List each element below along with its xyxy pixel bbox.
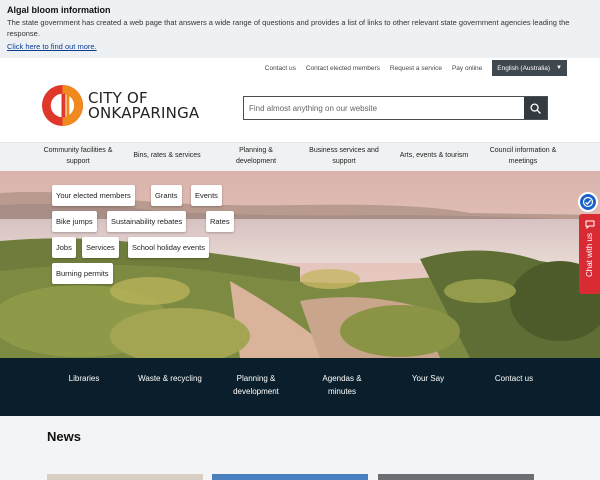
chat-with-us-tab[interactable]: Chat with us bbox=[579, 214, 600, 294]
nav-business-services[interactable]: Business services and support bbox=[302, 145, 386, 167]
quick-link-planning-development[interactable]: Planning & development bbox=[222, 372, 290, 398]
site-search bbox=[243, 96, 548, 120]
quick-tag-burning-permits[interactable]: Burning permits bbox=[52, 263, 113, 284]
caret-down-icon: ▼ bbox=[556, 65, 562, 71]
nav-community-facilities[interactable]: Community facilities & support bbox=[34, 145, 122, 167]
nav-bins-rates-services[interactable]: Bins, rates & services bbox=[126, 150, 208, 161]
logo-line-2: ONKAPARINGA bbox=[88, 103, 200, 122]
quick-tag-events[interactable]: Events bbox=[191, 185, 222, 206]
utility-link-pay-online[interactable]: Pay online bbox=[452, 65, 482, 72]
onkaparinga-logo-icon bbox=[41, 84, 84, 127]
search-button[interactable] bbox=[524, 97, 547, 119]
main-navigation: Community facilities & support Bins, rat… bbox=[0, 142, 600, 171]
nav-council-information[interactable]: Council information & meetings bbox=[482, 145, 564, 167]
accessibility-button[interactable] bbox=[578, 192, 598, 212]
quick-tag-services[interactable]: Services bbox=[82, 237, 119, 258]
site-logo[interactable]: CITY OF ONKAPARINGA bbox=[41, 84, 199, 127]
language-label: English (Australia) bbox=[497, 64, 551, 72]
alert-more-link[interactable]: Click here to find out more. bbox=[7, 41, 593, 52]
hero-banner: Your elected members Grants Events Bike … bbox=[0, 171, 600, 358]
quick-tag-rates[interactable]: Rates bbox=[206, 211, 234, 232]
news-card-3-image[interactable] bbox=[378, 474, 534, 480]
quick-link-waste-recycling[interactable]: Waste & recycling bbox=[136, 372, 204, 385]
quick-link-agendas-minutes[interactable]: Agendas & minutes bbox=[308, 372, 376, 398]
utility-link-contact-elected-members[interactable]: Contact elected members bbox=[306, 65, 380, 72]
quick-tag-jobs[interactable]: Jobs bbox=[52, 237, 76, 258]
chat-bubble-icon bbox=[585, 220, 594, 229]
chat-label: Chat with us bbox=[585, 233, 594, 278]
alert-title: Algal bloom information bbox=[7, 5, 111, 15]
quick-links-bar: Libraries Waste & recycling Planning & d… bbox=[0, 358, 600, 416]
quick-link-libraries[interactable]: Libraries bbox=[48, 372, 120, 385]
news-section: News bbox=[0, 416, 600, 480]
quick-tag-your-elected-members[interactable]: Your elected members bbox=[52, 185, 135, 206]
quick-link-contact-us[interactable]: Contact us bbox=[480, 372, 548, 385]
alert-banner: Algal bloom information The state govern… bbox=[0, 0, 600, 58]
quick-tag-sustainability-rebates[interactable]: Sustainability rebates bbox=[107, 211, 187, 232]
accessibility-icon bbox=[582, 196, 594, 208]
quick-tag-bike-jumps[interactable]: Bike jumps bbox=[52, 211, 97, 232]
nav-planning-development[interactable]: Planning & development bbox=[228, 145, 284, 167]
search-input[interactable] bbox=[244, 97, 524, 119]
utility-bar: Contact us Contact elected members Reque… bbox=[255, 60, 567, 76]
logo-text: CITY OF ONKAPARINGA bbox=[88, 90, 200, 122]
quick-link-your-say[interactable]: Your Say bbox=[394, 372, 462, 385]
quick-tag-grants[interactable]: Grants bbox=[151, 185, 182, 206]
language-selector[interactable]: English (Australia) ▼ bbox=[492, 60, 567, 76]
utility-link-contact-us[interactable]: Contact us bbox=[265, 65, 296, 72]
news-card-1-image[interactable] bbox=[47, 474, 203, 480]
search-icon bbox=[530, 102, 541, 114]
utility-link-request-service[interactable]: Request a service bbox=[390, 65, 442, 72]
quick-tag-school-holiday-events[interactable]: School holiday events bbox=[128, 237, 209, 258]
news-heading: News bbox=[47, 429, 81, 444]
nav-arts-events-tourism[interactable]: Arts, events & tourism bbox=[392, 150, 476, 161]
news-card-2-image[interactable] bbox=[212, 474, 368, 480]
alert-body: The state government has created a web p… bbox=[7, 18, 570, 38]
